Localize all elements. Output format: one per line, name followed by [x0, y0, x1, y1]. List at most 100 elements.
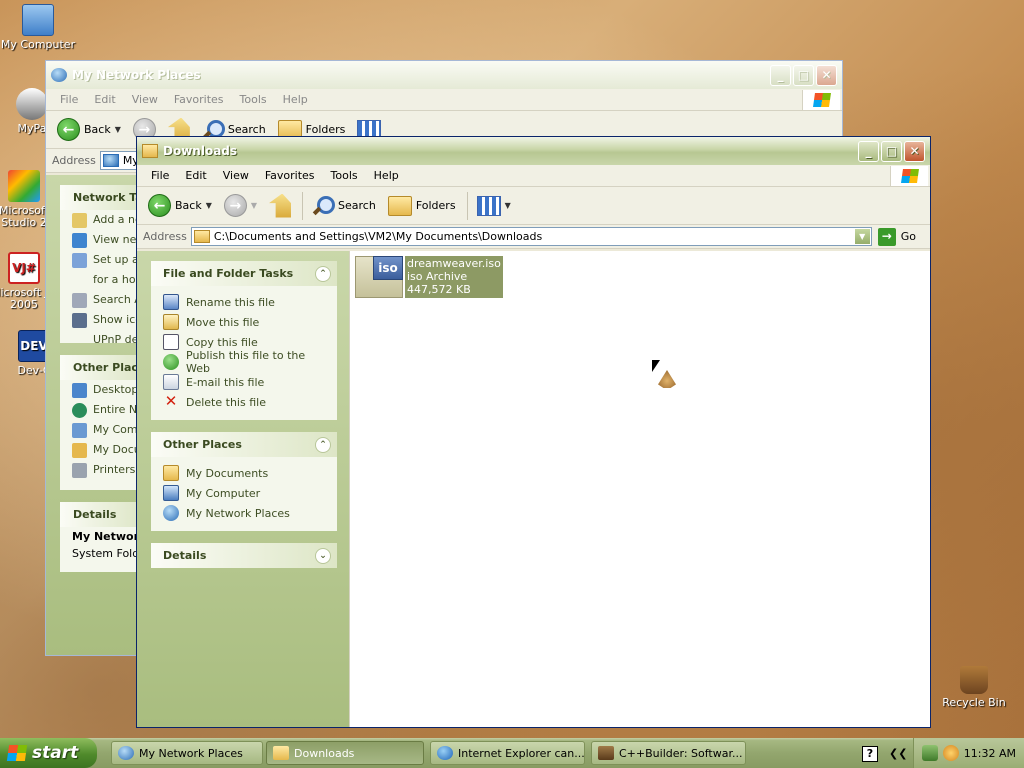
desktop-icon — [72, 382, 87, 398]
task-label: Publish this file to the Web — [186, 349, 306, 375]
windows-logo — [890, 166, 928, 186]
back-button[interactable]: ← Back ▼ — [143, 191, 217, 221]
menu-tools[interactable]: Tools — [232, 93, 275, 106]
task-move[interactable]: Move this file — [163, 312, 325, 332]
chevron-down-icon[interactable]: ▼ — [206, 201, 212, 210]
minimize-button[interactable]: _ — [858, 140, 879, 162]
place-label: My Docu — [93, 443, 141, 456]
task-item[interactable]: Set up a — [60, 250, 142, 270]
section-header[interactable]: Details ⌄ — [151, 543, 337, 568]
start-label: start — [32, 743, 79, 763]
add-network-place-icon — [72, 212, 87, 228]
task-item-continued[interactable]: UPnP de — [60, 330, 142, 343]
place-item[interactable]: Desktop — [60, 380, 142, 400]
search-button[interactable]: Search — [307, 191, 381, 221]
taskbar-item-cpp-builder[interactable]: C++Builder: Softwar... — [591, 741, 746, 765]
task-label: Rename this file — [186, 295, 275, 309]
copy-icon — [163, 334, 179, 350]
menu-file[interactable]: File — [143, 169, 177, 182]
start-button[interactable]: start — [0, 738, 97, 768]
search-label: Search — [227, 123, 266, 136]
section-header[interactable]: Other Place — [60, 355, 142, 380]
task-label: for a ho — [93, 273, 136, 286]
back-button[interactable]: ← Back ▼ — [52, 115, 126, 145]
jsharp-icon: VJ# — [8, 252, 40, 284]
toolbar: ← Back ▼ → ▼ Search Folders ▼ — [137, 187, 930, 225]
taskbar-item-internet-explorer[interactable]: Internet Explorer can... — [430, 741, 585, 765]
views-button[interactable]: ▼ — [472, 191, 516, 221]
task-item[interactable]: Add a ne — [60, 210, 142, 230]
address-input[interactable]: C:\Documents and Settings\VM2\My Documen… — [190, 227, 872, 246]
menu-view[interactable]: View — [124, 93, 166, 106]
title-bar[interactable]: Downloads _ □ ✕ — [137, 137, 930, 165]
taskbar-item-my-network-places[interactable]: My Network Places — [111, 741, 263, 765]
task-email[interactable]: E-mail this file — [163, 372, 325, 392]
section-title: Other Places — [163, 438, 242, 451]
place-my-computer[interactable]: My Computer — [163, 483, 325, 503]
network-tray-icon[interactable] — [921, 745, 938, 761]
forward-button[interactable]: → ▼ — [219, 191, 262, 221]
close-button[interactable]: ✕ — [816, 64, 837, 86]
place-item[interactable]: Printers — [60, 460, 142, 480]
maximize-button[interactable]: □ — [793, 64, 814, 86]
globe-icon — [72, 402, 87, 418]
desktop-icon-recycle-bin[interactable]: Recycle Bin — [936, 666, 1012, 709]
collapse-icon[interactable]: ⌃ — [315, 265, 331, 282]
section-header[interactable]: Details — [60, 502, 142, 527]
task-label: View net — [93, 233, 141, 246]
back-arrow-icon: ← — [148, 194, 171, 217]
place-item[interactable]: My Docu — [60, 440, 142, 460]
address-dropdown-button[interactable]: ▼ — [853, 228, 871, 245]
menu-edit[interactable]: Edit — [177, 169, 214, 182]
place-item[interactable]: My Com — [60, 420, 142, 440]
setup-network-icon — [72, 252, 87, 268]
task-item[interactable]: Search A — [60, 290, 142, 310]
search-tray-icon[interactable] — [942, 745, 959, 761]
section-header[interactable]: Other Places ⌃ — [151, 432, 337, 457]
chevron-down-icon[interactable]: ▼ — [115, 125, 121, 134]
menu-help[interactable]: Help — [275, 93, 316, 106]
downloads-window[interactable]: Downloads _ □ ✕ File Edit View Favorites… — [136, 136, 931, 728]
menu-favorites[interactable]: Favorites — [166, 93, 232, 106]
task-delete[interactable]: ✕ Delete this file — [163, 392, 325, 412]
chevron-down-icon[interactable]: ▼ — [251, 201, 257, 210]
menu-tools[interactable]: Tools — [323, 169, 366, 182]
menu-edit[interactable]: Edit — [86, 93, 123, 106]
file-list-area[interactable]: iso dreamweaver.iso iso Archive 447,572 … — [349, 251, 930, 727]
email-icon — [163, 374, 179, 390]
menu-help[interactable]: Help — [366, 169, 407, 182]
help-icon[interactable]: ? — [862, 746, 878, 762]
task-item[interactable]: View net — [60, 230, 142, 250]
collapse-icon[interactable]: ⌃ — [315, 436, 331, 453]
section-title: File and Folder Tasks — [163, 267, 294, 280]
task-item[interactable]: Show ico — [60, 310, 142, 330]
task-item-continued[interactable]: for a ho — [60, 270, 142, 290]
go-button[interactable]: → Go — [876, 227, 926, 246]
cpp-builder-icon — [598, 746, 614, 760]
details-text: My Networ — [72, 530, 140, 543]
taskbar-item-downloads[interactable]: Downloads — [266, 741, 424, 765]
task-label: Copy this file — [186, 335, 258, 349]
folders-button[interactable]: Folders — [383, 191, 461, 221]
task-publish[interactable]: Publish this file to the Web — [163, 349, 325, 375]
menu-view[interactable]: View — [215, 169, 257, 182]
task-rename[interactable]: Rename this file — [163, 292, 325, 312]
section-header[interactable]: Network Ta — [60, 185, 142, 210]
menu-favorites[interactable]: Favorites — [257, 169, 323, 182]
forward-arrow-icon: → — [223, 194, 247, 217]
section-header[interactable]: File and Folder Tasks ⌃ — [151, 261, 337, 286]
title-bar[interactable]: My Network Places _ □ ✕ — [46, 61, 842, 89]
maximize-button[interactable]: □ — [881, 140, 902, 162]
place-my-documents[interactable]: My Documents — [163, 463, 325, 483]
menu-file[interactable]: File — [52, 93, 86, 106]
file-item-dreamweaver-iso[interactable]: iso dreamweaver.iso iso Archive 447,572 … — [355, 256, 503, 298]
place-my-network-places[interactable]: My Network Places — [163, 503, 325, 523]
close-button[interactable]: ✕ — [904, 140, 925, 162]
place-label: My Documents — [186, 466, 269, 480]
expand-icon[interactable]: ⌄ — [315, 547, 331, 564]
chevron-icon[interactable]: ❮❮ — [889, 747, 907, 760]
place-item[interactable]: Entire N — [60, 400, 142, 420]
minimize-button[interactable]: _ — [770, 64, 791, 86]
desktop-icon-my-computer[interactable]: My Computer — [0, 4, 76, 51]
up-button[interactable] — [264, 191, 296, 221]
